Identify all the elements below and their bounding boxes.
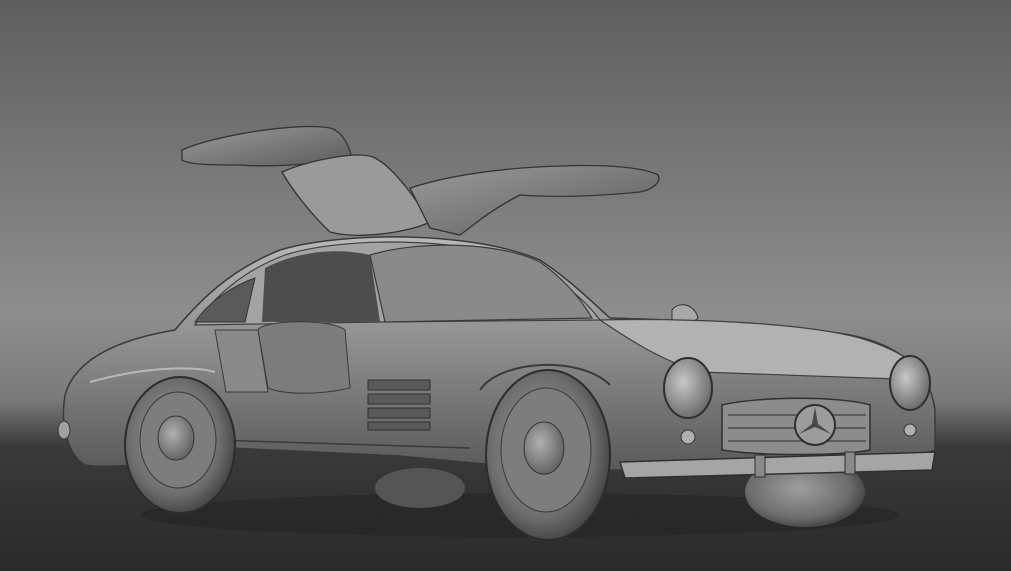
3d-viewport[interactable] — [0, 0, 1011, 571]
viewport-scene — [0, 0, 1011, 571]
rear-lamp — [57, 420, 71, 440]
rear-far-wheel — [375, 468, 465, 508]
right-headlamp — [889, 355, 931, 411]
brand-emblem — [794, 404, 836, 446]
cabin-interior — [262, 251, 380, 322]
right-fog-light — [903, 423, 917, 437]
bumper-guard-left — [754, 454, 766, 478]
front-wheel — [485, 369, 611, 541]
left-fog-light — [680, 429, 696, 445]
rear-wheel — [124, 376, 236, 514]
bumper-guard-right — [844, 451, 856, 475]
seat — [257, 321, 351, 394]
left-headlamp — [663, 357, 713, 419]
